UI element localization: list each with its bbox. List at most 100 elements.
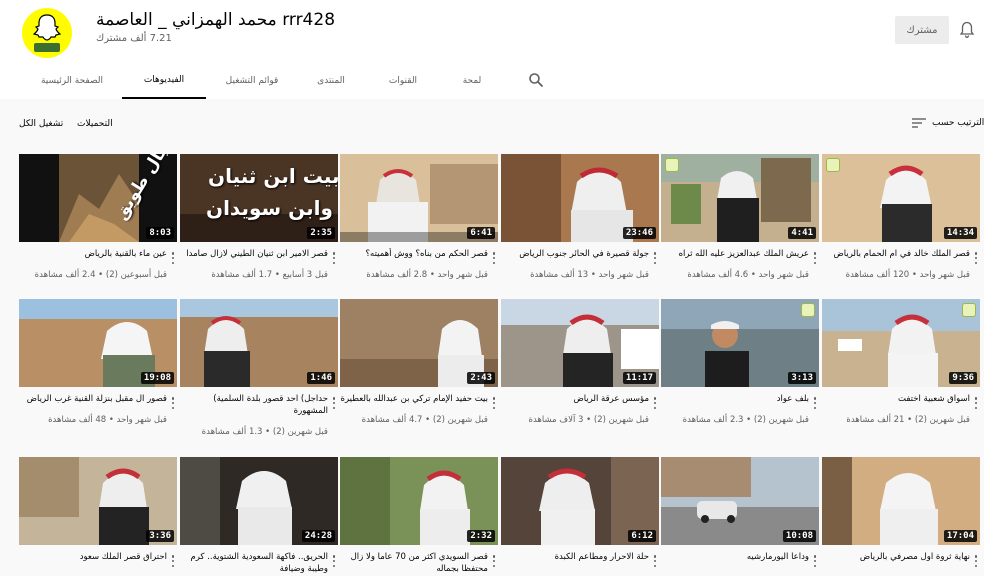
video-thumbnail[interactable]: 2:43 [340, 299, 498, 387]
video-age: قبل أسبوعين (2) [105, 270, 167, 280]
more-actions-icon[interactable] [169, 553, 177, 569]
video-thumbnail[interactable]: 17:04 [822, 457, 980, 545]
play-all-link[interactable]: تشغيل الكل [19, 119, 63, 129]
video-thumbnail[interactable]: 6:12 [501, 457, 659, 545]
video-title[interactable]: مؤسس عرقة الرياض [501, 393, 649, 405]
tab-playlists[interactable]: قوائم التشغيل [220, 62, 284, 99]
tab-about[interactable]: لمحة [454, 62, 490, 99]
video-duration: 17:04 [943, 530, 977, 542]
more-actions-icon[interactable] [490, 553, 498, 569]
search-icon[interactable] [528, 72, 544, 88]
more-actions-icon[interactable] [490, 250, 498, 266]
tab-community[interactable]: المنتدى [306, 62, 356, 99]
subscribed-button[interactable]: مشترك [895, 16, 949, 44]
video-title[interactable]: بيت حفيد الإمام تركي بن عبدالله بالعطيرة [340, 393, 488, 405]
video-meta: قبل شهر واحد • 48 ألف مشاهدة [48, 415, 167, 425]
video-age: قبل شهر واحد [598, 270, 649, 280]
more-actions-icon[interactable] [330, 553, 338, 569]
video-title[interactable]: اسواق شعبية اختفت [822, 393, 970, 405]
video-duration: 10:08 [782, 530, 816, 542]
video-meta: قبل 3 أسابيع • 1.7 ألف مشاهدة [211, 270, 328, 280]
video-title[interactable]: قصور ال مقبل بنزلة القنية غرب الرياض [19, 393, 167, 405]
tab-channels[interactable]: القنوات [380, 62, 426, 99]
more-actions-icon[interactable] [811, 250, 819, 266]
thumbnail-caption: بيت ابن ثنيان [208, 164, 338, 188]
video-thumbnail[interactable]: 3:36 [19, 457, 177, 545]
channel-avatar[interactable] [22, 8, 72, 58]
video-title[interactable]: جولة قصيرة في الحائر جنوب الرياض [501, 248, 649, 260]
video-title[interactable]: حلة الاحرار ومطاعم الكبدة [501, 551, 649, 563]
video-title[interactable]: بلف عواد [661, 393, 809, 405]
more-actions-icon[interactable] [651, 553, 659, 569]
video-title[interactable]: عريش الملك عبدالعزيز عليه الله ثراه [661, 248, 809, 260]
video-title[interactable]: وداعا اليورمارشيه [661, 551, 809, 563]
channel-watermark-icon [665, 158, 679, 172]
video-title[interactable]: قصر السويدي اكثر من 70 عاما ولا زال محتف… [340, 551, 488, 575]
video-age: قبل شهرين (2) [753, 415, 809, 425]
video-views: 4.6 ألف مشاهدة [687, 270, 749, 280]
video-duration: 6:12 [628, 530, 656, 542]
video-duration: 3:13 [788, 372, 816, 384]
video-views: 1.3 ألف مشاهدة [201, 427, 263, 437]
video-thumbnail[interactable]: 10:08 [661, 457, 819, 545]
video-meta: قبل شهر واحد • 2.8 ألف مشاهدة [366, 270, 488, 280]
more-actions-icon[interactable] [490, 395, 498, 411]
video-title[interactable]: حداجل) احد قصور بلدة السلمية) المشهورة [180, 393, 328, 417]
more-actions-icon[interactable] [972, 395, 980, 411]
video-thumbnail[interactable]: 6:41 [340, 154, 498, 242]
video-thumbnail[interactable]: 1:46 [180, 299, 338, 387]
video-title[interactable]: قصر الحكم من بناه؟ ووش أهميته؟ [340, 248, 488, 260]
video-views: 2.4 ألف مشاهدة [34, 270, 96, 280]
video-meta: قبل شهرين (2) • 1.3 ألف مشاهدة [201, 427, 328, 437]
video-duration: 9:36 [949, 372, 977, 384]
channel-header: rrr428 محمد الهمزاني _ العاصمة 7.21 ألف … [0, 0, 984, 99]
channel-watermark-icon [826, 158, 840, 172]
video-duration: 2:43 [467, 372, 495, 384]
video-thumbnail[interactable]: 9:36 [822, 299, 980, 387]
video-views: 2.3 ألف مشاهدة [682, 415, 744, 425]
sort-by-button[interactable]: الترتيب حسب [912, 118, 984, 128]
sort-by-label: الترتيب حسب [932, 118, 984, 128]
more-actions-icon[interactable] [330, 395, 338, 411]
tab-home[interactable]: الصفحة الرئيسية [38, 62, 106, 99]
uploads-label: التحميلات [77, 119, 113, 129]
video-thumbnail[interactable]: بيت ابن ثنيان وابن سويدان 2:35 [180, 154, 338, 242]
more-actions-icon[interactable] [811, 553, 819, 569]
more-actions-icon[interactable] [169, 395, 177, 411]
video-thumbnail[interactable]: 24:28 [180, 457, 338, 545]
more-actions-icon[interactable] [972, 250, 980, 266]
video-title[interactable]: نهاية ثروة اول مصرفي بالرياض [822, 551, 970, 563]
video-thumbnail[interactable]: جبال طويق 8:03 [19, 154, 177, 242]
video-duration: 2:35 [307, 227, 335, 239]
notification-bell-icon[interactable] [959, 21, 975, 39]
more-actions-icon[interactable] [651, 250, 659, 266]
video-title[interactable]: الحريق.. فاكهة السعودية الشتوية.. كرم وط… [180, 551, 328, 575]
more-actions-icon[interactable] [811, 395, 819, 411]
video-views: 21 ألف مشاهدة [846, 415, 905, 425]
channel-name: rrr428 محمد الهمزاني _ العاصمة [96, 10, 336, 30]
video-thumbnail[interactable]: 11:17 [501, 299, 659, 387]
video-thumbnail[interactable]: 4:41 [661, 154, 819, 242]
more-actions-icon[interactable] [169, 250, 177, 266]
tab-videos[interactable]: الفيديوهات [122, 62, 206, 99]
avatar-nameplate [34, 43, 60, 52]
video-thumbnail[interactable]: 19:08 [19, 299, 177, 387]
video-thumbnail[interactable]: 14:34 [822, 154, 980, 242]
video-duration: 8:03 [146, 227, 174, 239]
video-thumbnail[interactable]: 3:13 [661, 299, 819, 387]
sort-icon [912, 118, 926, 128]
video-age: قبل شهرين (2) [272, 427, 328, 437]
video-thumbnail[interactable]: 23:46 [501, 154, 659, 242]
video-title[interactable]: قصر الامير ابن ثنيان الطيني لازال صامدا [180, 248, 328, 260]
more-actions-icon[interactable] [330, 250, 338, 266]
video-thumbnail[interactable]: 2:32 [340, 457, 498, 545]
more-actions-icon[interactable] [651, 395, 659, 411]
video-views: 2.8 ألف مشاهدة [366, 270, 428, 280]
video-title[interactable]: احتراق قصر الملك سعود [19, 551, 167, 563]
video-title[interactable]: عين ماء بالقنية بالرياض [19, 248, 167, 260]
video-age: قبل شهر واحد [758, 270, 809, 280]
video-duration: 24:28 [301, 530, 335, 542]
more-actions-icon[interactable] [972, 553, 980, 569]
video-views: 120 ألف مشاهدة [845, 270, 910, 280]
video-title[interactable]: قصر الملك خالد في ام الحمام بالرياض [822, 248, 970, 260]
